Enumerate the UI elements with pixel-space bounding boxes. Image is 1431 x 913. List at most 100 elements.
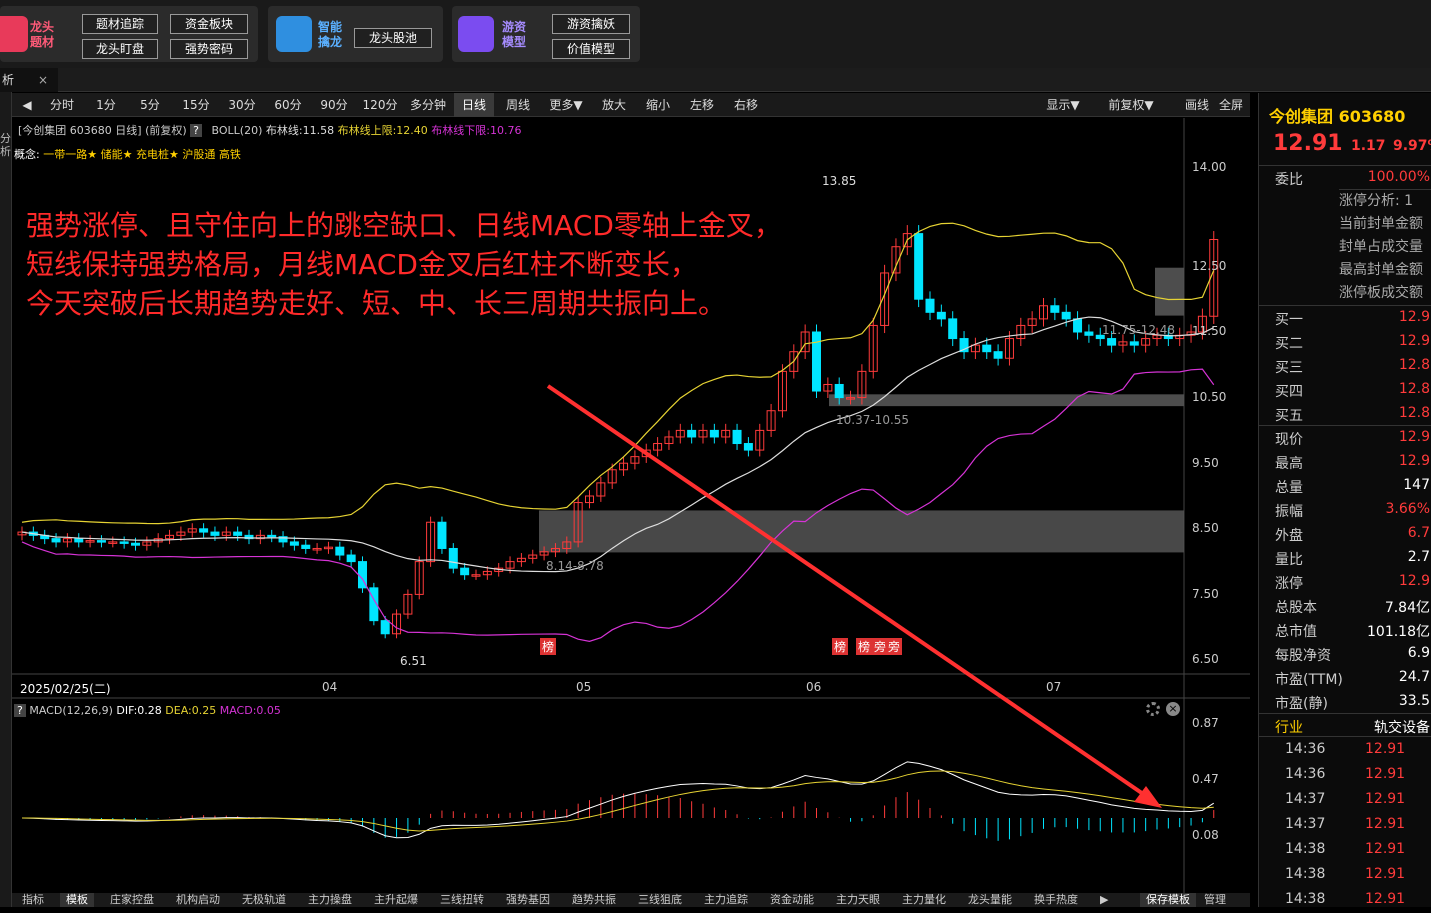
bid-row[interactable]: 买五 12.8 [1259,402,1431,426]
period-1[interactable]: 1分 [86,93,126,117]
concept-item[interactable]: 沪股通 [182,148,215,161]
period-13[interactable]: 缩小 [638,93,678,117]
title-line: 模型 [502,35,527,49]
hot-money-icon[interactable] [458,16,494,52]
candle-body [743,443,753,451]
kline-chart[interactable]: [今创集团 603680 日线] (前复权) ? BOLL(20) 布林线:11… [12,118,1250,896]
tab-analysis[interactable]: 析 × [0,68,58,92]
tick-row: 14:38 12.91 [1259,838,1431,863]
y-tick: 14.00 [1192,160,1227,174]
period-14[interactable]: 左移 [682,93,722,117]
indicator-tab-2[interactable]: 庄家控盘 [104,893,160,907]
smart-dragon-icon[interactable] [276,16,312,52]
y-tick: 11.50 [1192,324,1227,338]
leader-watch-button[interactable]: 龙头盯盘 [82,39,158,59]
concept-item[interactable]: 高铁 [219,148,241,161]
period-12[interactable]: 放大 [594,93,634,117]
toolbar-right-2[interactable]: 画线 [1182,93,1212,117]
concept-item[interactable]: 储能★ [101,148,133,161]
value-model-button[interactable]: 价值模型 [552,39,630,59]
period-toolbar: ◀ 分时 1分 5分 15分 30分 60分 90分 120分 多分钟 日线 周线 更多▼ 放大 缩小 左移右… [12,93,1250,117]
group-dragon-topic: 龙头 题材 题材追踪 资金板块 龙头盯盘 强势密码 [0,6,258,62]
indicator-tab-1[interactable]: 模板 [60,893,94,907]
limit-notes: 涨停分析: 1 当前封单金额 封单占成交量 最高封单金额 涨停板成交额 [1339,189,1431,305]
help-icon[interactable]: ? [190,124,203,137]
period-15[interactable]: 右移 [726,93,766,117]
strong-code-button[interactable]: 强势密码 [170,39,248,59]
toolbar-right-1[interactable]: 前复权▼ [1096,93,1166,117]
industry-row[interactable]: 行业 轨交设备 [1259,713,1431,737]
toolbar-right-3[interactable]: 全屏 [1216,93,1246,117]
trend-arrow-line [546,384,1154,802]
close-icon[interactable]: × [1166,702,1180,716]
list-badge[interactable]: 榜 [856,638,873,655]
tick-time: 14:37 [1285,816,1326,832]
high-price-label: 13.85 [822,174,857,188]
candle-body [1073,318,1083,333]
y-tick: 8.50 [1192,521,1219,535]
indicator-tab-4[interactable]: 无极轨道 [236,893,292,907]
candle-body [812,331,821,392]
indicator-tab-18[interactable]: 保存模板 [1140,893,1196,907]
indicator-tab-16[interactable]: 换手热度 [1028,893,1084,907]
indicator-tab-3[interactable]: 机构启动 [170,893,226,907]
period-5[interactable]: 60分 [266,93,310,117]
stat-label: 现价 [1275,432,1303,448]
topic-track-button[interactable]: 题材追踪 [82,14,158,34]
top-toolbar: 龙头 题材 题材追踪 资金板块 龙头盯盘 强势密码 智能 擒龙 龙头股池 游资 模型 … [0,0,1431,68]
period-7[interactable]: 120分 [358,93,402,117]
weibi-value: 100.00% [1367,169,1430,185]
indicator-tab-13[interactable]: 主力天眼 [830,893,886,907]
period-11[interactable]: 更多▼ [542,93,590,117]
period-9[interactable]: 日线 [454,93,494,117]
bid-row[interactable]: 买四 12.8 [1259,378,1431,402]
period-6[interactable]: 90分 [314,93,354,117]
indicator-tab-17[interactable]: ▶ [1094,893,1114,907]
period-2[interactable]: 5分 [130,93,170,117]
group-smart-dragon: 智能 擒龙 龙头股池 [268,6,443,62]
toolbar-right-0[interactable]: 显示▼ [1038,93,1088,117]
fund-sector-button[interactable]: 资金板块 [170,14,248,34]
indicator-tab-9[interactable]: 趋势共振 [566,893,622,907]
y-tick: 6.50 [1192,652,1219,666]
indicator-tab-5[interactable]: 主力操盘 [302,893,358,907]
stat-value: 7.84亿 [1384,600,1430,616]
back-icon[interactable]: ◀ [16,93,38,117]
list-badge[interactable]: 榜 [540,638,557,655]
indicator-tab-0[interactable]: 指标 [16,893,50,907]
period-0[interactable]: 分时 [42,93,82,117]
bid-levels: 买一 12.9 买二 12.9 买三 12.8 买四 12.8 买五 12.8 [1259,305,1431,426]
candle-body [233,531,243,536]
candle-body [1107,338,1117,346]
indicator-tab-8[interactable]: 强势基因 [500,893,556,907]
period-3[interactable]: 15分 [174,93,218,117]
hot-money-button[interactable]: 游资擒妖 [552,14,630,34]
indicator-tab-15[interactable]: 龙头量能 [962,893,1018,907]
indicator-tab-10[interactable]: 三线狙底 [632,893,688,907]
concept-item[interactable]: 一带一路★ [43,148,97,161]
concept-item[interactable]: 充电桩★ [136,148,179,161]
close-icon[interactable]: × [38,68,48,92]
tick-price: 12.91 [1365,891,1406,907]
period-10[interactable]: 周线 [498,93,538,117]
indicator-tab-14[interactable]: 主力量化 [896,893,952,907]
bid-row[interactable]: 买三 12.8 [1259,354,1431,378]
indicator-tab-11[interactable]: 主力追踪 [698,893,754,907]
indicator-tab-6[interactable]: 主升起爆 [368,893,424,907]
period-8[interactable]: 多分钟 [406,93,450,117]
period-4[interactable]: 30分 [222,93,262,117]
stat-row: 涨停 12.9 [1259,570,1431,594]
macd-value: MACD:0.05 [219,704,281,717]
list-badge[interactable]: 榜 [832,638,849,655]
help-icon[interactable]: ? [14,704,26,717]
list-badge[interactable]: 旁 [886,638,903,655]
bid-row[interactable]: 买一 12.9 [1259,306,1431,330]
left-strip[interactable]: 分析 [0,92,12,907]
bid-row[interactable]: 买二 12.9 [1259,330,1431,354]
indicator-tab-7[interactable]: 三线扭转 [434,893,490,907]
dragon-pool-button[interactable]: 龙头股池 [354,28,432,48]
settings-icon[interactable] [1146,702,1160,716]
dragon-topic-icon[interactable] [0,16,28,52]
indicator-tab-19[interactable]: 管理 [1198,893,1232,907]
indicator-tab-12[interactable]: 资金动能 [764,893,820,907]
